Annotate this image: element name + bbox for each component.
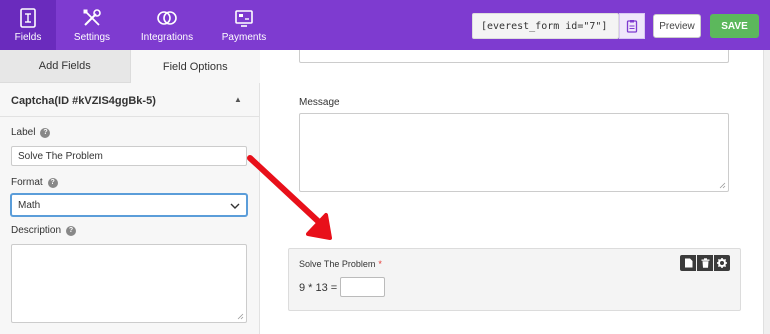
gear-icon — [717, 258, 727, 268]
description-textarea[interactable] — [11, 244, 247, 323]
delete-button[interactable] — [697, 255, 713, 271]
save-button[interactable]: SAVE — [710, 14, 759, 38]
nav-settings[interactable]: Settings — [66, 0, 118, 50]
previous-field-input[interactable] — [299, 50, 729, 63]
nav-integrations-label: Integrations — [140, 32, 194, 43]
description-heading-text: Description — [11, 225, 62, 236]
label-heading: Label ? — [11, 127, 51, 138]
nav-settings-label: Settings — [73, 32, 111, 43]
chevron-down-icon — [230, 203, 240, 209]
captcha-label-text: Solve The Problem — [299, 259, 376, 269]
duplicate-button[interactable] — [680, 255, 696, 271]
description-heading: Description ? — [11, 225, 77, 236]
resize-grip-icon[interactable] — [236, 312, 244, 320]
format-select-value: Math — [18, 199, 41, 211]
help-icon[interactable]: ? — [40, 127, 51, 138]
copy-shortcode-button[interactable] — [619, 13, 645, 39]
message-label: Message — [299, 97, 340, 108]
panel-tabs: Add Fields Field Options — [0, 50, 260, 83]
shortcode-field[interactable]: [everest_form id="7"] — [472, 13, 619, 39]
captcha-answer-input[interactable] — [340, 277, 385, 297]
nav-payments-label: Payments — [221, 32, 267, 43]
tab-add-fields[interactable]: Add Fields — [0, 50, 131, 83]
integrations-icon — [157, 11, 177, 25]
trash-icon — [701, 258, 709, 268]
help-icon[interactable]: ? — [66, 225, 77, 236]
tools-icon — [83, 9, 101, 26]
top-bar: Fields Settings Integrations Payments [e… — [0, 0, 770, 50]
section-divider — [0, 116, 260, 117]
label-input[interactable]: Solve The Problem — [11, 146, 247, 166]
payments-icon — [235, 10, 253, 27]
nav-payments[interactable]: Payments — [216, 0, 272, 50]
nav-integrations[interactable]: Integrations — [138, 0, 196, 50]
message-textarea[interactable] — [299, 113, 729, 192]
annotation-arrow-icon — [247, 155, 332, 240]
format-heading: Format ? — [11, 177, 58, 188]
field-actions — [680, 255, 730, 271]
tab-field-options[interactable]: Field Options — [130, 50, 260, 83]
nav-fields-label: Fields — [14, 32, 42, 43]
nav-fields[interactable]: Fields — [0, 0, 56, 50]
help-icon[interactable]: ? — [47, 177, 58, 188]
preview-button[interactable]: Preview — [653, 14, 701, 38]
section-title: Captcha(ID #kVZIS4ggBk-5) — [11, 95, 156, 107]
scrollbar[interactable] — [763, 50, 770, 334]
fields-icon — [20, 8, 36, 28]
settings-button[interactable] — [714, 255, 730, 271]
format-select[interactable]: Math — [11, 194, 247, 216]
captcha-label: Solve The Problem * — [299, 259, 382, 269]
caret-up-icon[interactable]: ▲ — [234, 95, 242, 104]
required-mark: * — [378, 259, 382, 269]
resize-grip-icon[interactable] — [718, 181, 726, 189]
clipboard-icon — [626, 20, 638, 33]
format-heading-text: Format — [11, 177, 43, 188]
field-options-panel: Add Fields Field Options Captcha(ID #kVZ… — [0, 50, 260, 334]
captcha-question: 9 * 13 = — [299, 282, 338, 294]
document-icon — [684, 258, 692, 268]
label-heading-text: Label — [11, 127, 36, 138]
